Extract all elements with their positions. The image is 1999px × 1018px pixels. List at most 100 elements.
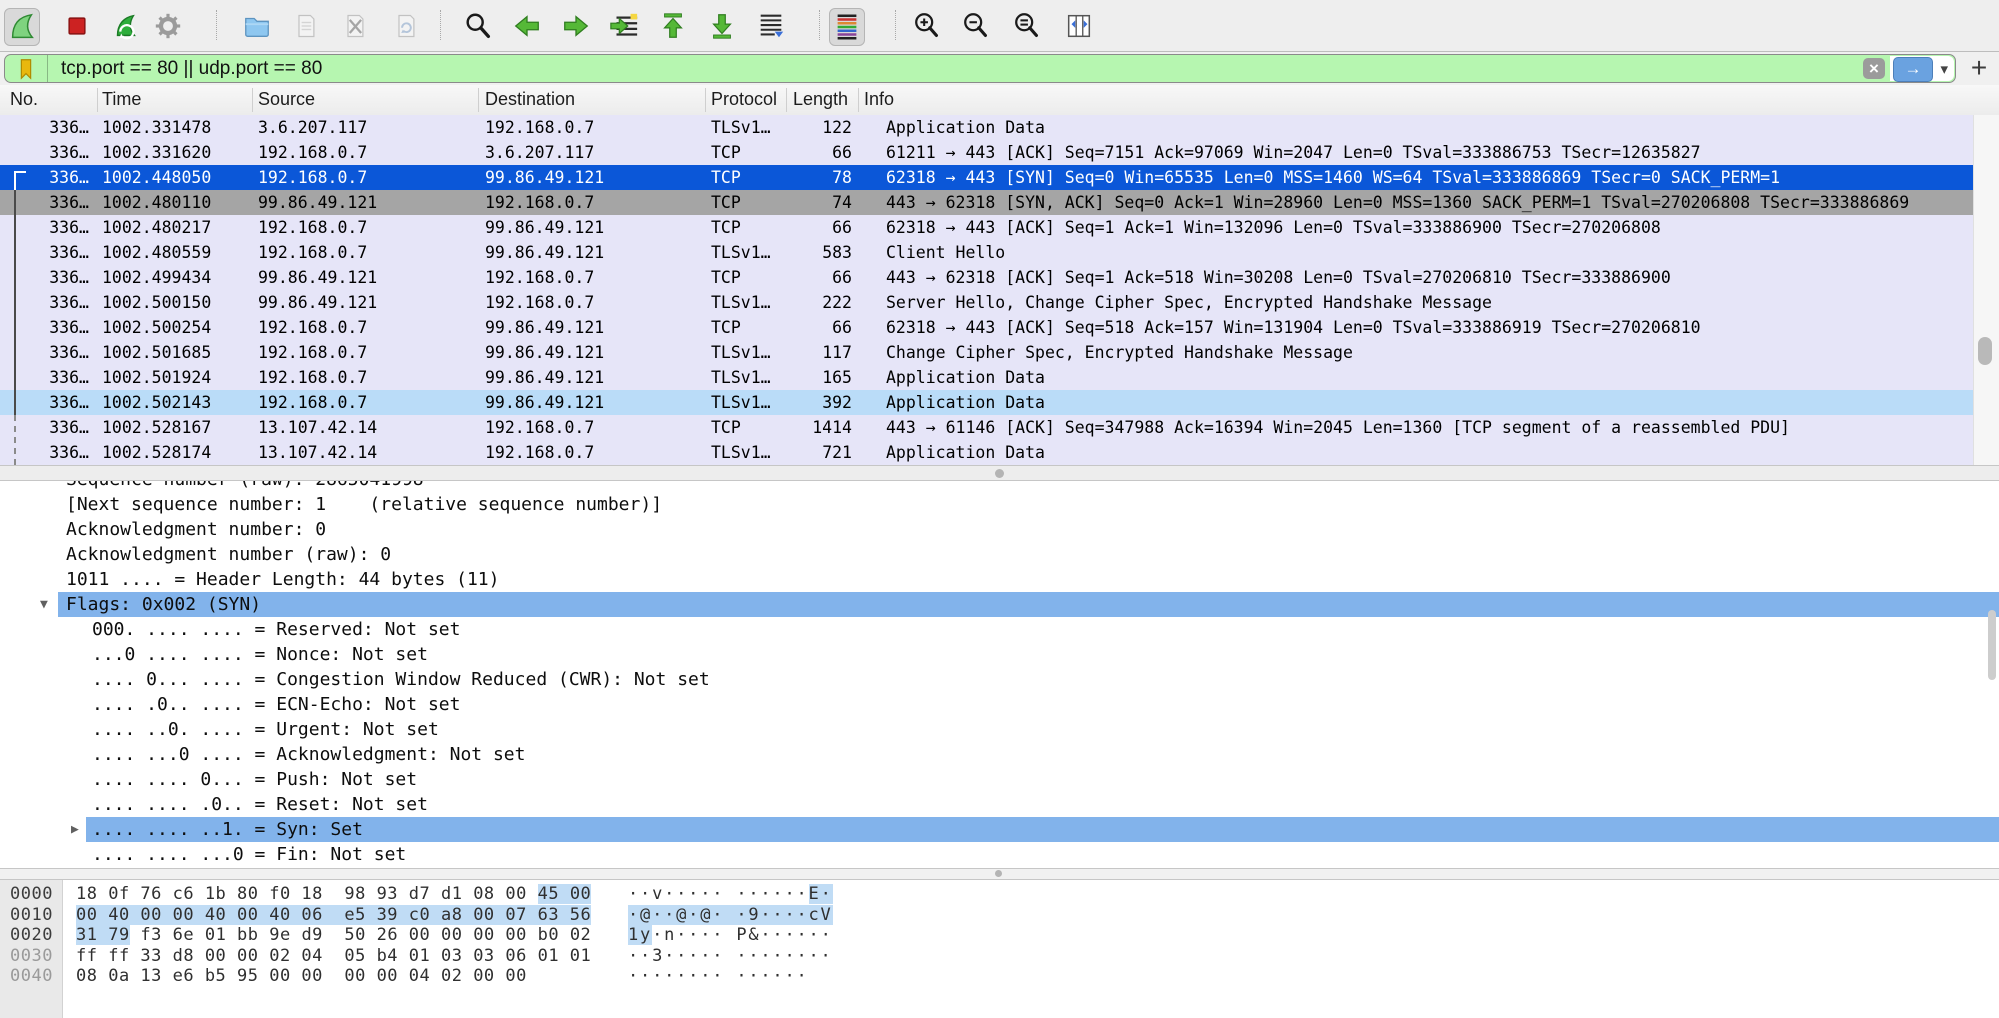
column-separator[interactable] xyxy=(97,88,98,112)
column-header-info[interactable]: Info xyxy=(864,85,894,114)
filter-bar: tcp.port == 80 || udp.port == 80 × → ▾ + xyxy=(0,52,1999,86)
hex-row[interactable]: 001000 40 00 00 40 00 40 06 e5 39 c0 a8 … xyxy=(0,905,1999,926)
packet-row[interactable]: 336…1002.502143192.168.0.799.86.49.121TL… xyxy=(0,390,1973,415)
expander-open-icon[interactable]: ▼ xyxy=(40,592,48,617)
detail-line[interactable]: ▼Flags: 0x002 (SYN) xyxy=(58,592,1999,617)
reload-file-icon[interactable] xyxy=(389,8,423,44)
open-file-folder-icon[interactable] xyxy=(240,8,274,44)
column-header-source[interactable]: Source xyxy=(258,85,315,114)
display-filter-input[interactable]: tcp.port == 80 || udp.port == 80 × → ▾ xyxy=(4,54,1956,83)
column-separator[interactable] xyxy=(705,88,706,112)
filter-clear-button[interactable]: × xyxy=(1863,58,1885,79)
go-forward-icon[interactable] xyxy=(559,8,593,44)
packet-row[interactable]: 336…1002.52817413.107.42.14192.168.0.7TL… xyxy=(0,440,1973,465)
column-header-no[interactable]: No. xyxy=(10,85,38,114)
details-scrollbar-thumb[interactable] xyxy=(1988,610,1996,680)
hex-offset: 0010 xyxy=(10,905,53,926)
packet-row[interactable]: 336…1002.501924192.168.0.799.86.49.121TL… xyxy=(0,365,1973,390)
zoom-original-icon[interactable] xyxy=(1010,8,1044,44)
packet-row[interactable]: 336…1002.3314783.6.207.117192.168.0.7TLS… xyxy=(0,115,1973,140)
filter-bookmark-button[interactable] xyxy=(5,55,48,82)
packet-row[interactable]: 336…1002.500254192.168.0.799.86.49.121TC… xyxy=(0,315,1973,340)
column-header-time[interactable]: Time xyxy=(102,85,141,114)
go-back-icon[interactable] xyxy=(510,8,544,44)
packet-list-scrollbar-track[interactable] xyxy=(1973,115,1999,465)
column-separator[interactable] xyxy=(858,88,859,112)
zoom-in-icon[interactable] xyxy=(910,8,944,44)
detail-line[interactable]: ...0 .... .... = Nonce: Not set xyxy=(86,642,1999,667)
column-separator[interactable] xyxy=(786,88,787,112)
cell-src: 192.168.0.7 xyxy=(258,215,367,240)
zoom-out-icon[interactable] xyxy=(959,8,993,44)
save-file-icon[interactable] xyxy=(289,8,323,44)
hex-row[interactable]: 0030ff ff 33 d8 00 00 02 04 05 b4 01 03 … xyxy=(0,946,1999,967)
detail-line[interactable]: [Next sequence number: 1 (relative seque… xyxy=(58,492,1999,517)
packet-row[interactable]: 336…1002.48011099.86.49.121192.168.0.7TC… xyxy=(0,190,1973,215)
packet-row[interactable]: 336…1002.331620192.168.0.73.6.207.117TCP… xyxy=(0,140,1973,165)
packet-row[interactable]: 336…1002.50015099.86.49.121192.168.0.7TL… xyxy=(0,290,1973,315)
detail-line[interactable]: 1011 .... = Header Length: 44 bytes (11) xyxy=(58,567,1999,592)
pane-splitter-bottom[interactable] xyxy=(0,868,1999,880)
column-separator[interactable] xyxy=(252,88,253,112)
detail-line[interactable]: .... .... 0... = Push: Not set xyxy=(86,767,1999,792)
cell-src: 99.86.49.121 xyxy=(258,190,377,215)
cell-len: 117 xyxy=(770,340,852,365)
detail-line[interactable]: Sequence number (raw): 2865041998 xyxy=(58,481,1999,492)
restart-capture-icon[interactable] xyxy=(108,8,142,44)
detail-line[interactable]: .... .0.. .... = ECN-Echo: Not set xyxy=(86,692,1999,717)
hex-row[interactable]: 004008 0a 13 e6 b5 95 00 00 00 00 04 02 … xyxy=(0,966,1999,987)
detail-line[interactable]: ▶.... .... ..1. = Syn: Set xyxy=(86,817,1999,842)
close-file-icon[interactable] xyxy=(338,8,372,44)
go-to-packet-icon[interactable] xyxy=(607,8,641,44)
find-packet-icon[interactable] xyxy=(461,8,495,44)
packet-row[interactable]: 336…1002.501685192.168.0.799.86.49.121TL… xyxy=(0,340,1973,365)
cell-info: 61211 → 443 [ACK] Seq=7151 Ack=97069 Win… xyxy=(886,140,1973,165)
column-header-destination[interactable]: Destination xyxy=(485,85,575,114)
go-to-bottom-icon[interactable] xyxy=(705,8,739,44)
detail-text: .... .... ...0 = Fin: Not set xyxy=(92,844,406,865)
filter-dropdown-chevron-icon[interactable]: ▾ xyxy=(1940,60,1948,78)
packet-row[interactable]: 336…1002.448050192.168.0.799.86.49.121TC… xyxy=(0,165,1973,190)
cell-dst: 192.168.0.7 xyxy=(485,440,594,465)
go-to-top-icon[interactable] xyxy=(656,8,690,44)
detail-line[interactable]: .... .... .0.. = Reset: Not set xyxy=(86,792,1999,817)
detail-line[interactable]: .... ...0 .... = Acknowledgment: Not set xyxy=(86,742,1999,767)
packet-row[interactable]: 336…1002.480559192.168.0.799.86.49.121TL… xyxy=(0,240,1973,265)
filter-expression-text[interactable]: tcp.port == 80 || udp.port == 80 xyxy=(61,55,322,82)
packet-row[interactable]: 336…1002.52816713.107.42.14192.168.0.7TC… xyxy=(0,415,1973,440)
detail-line[interactable]: Acknowledgment number (raw): 0 xyxy=(58,542,1999,567)
expander-collapsed-icon[interactable]: ▶ xyxy=(71,817,79,842)
column-separator[interactable] xyxy=(478,88,479,112)
colorize-packets-icon[interactable] xyxy=(829,8,865,46)
stop-capture-icon[interactable] xyxy=(60,8,94,44)
cell-src: 192.168.0.7 xyxy=(258,315,367,340)
cell-time: 1002.528167 xyxy=(102,415,211,440)
capture-options-gear-icon[interactable] xyxy=(151,8,185,44)
cell-dst: 192.168.0.7 xyxy=(485,190,594,215)
auto-scroll-icon[interactable] xyxy=(754,8,788,44)
detail-line[interactable]: 000. .... .... = Reserved: Not set xyxy=(86,617,1999,642)
cell-src: 192.168.0.7 xyxy=(258,340,367,365)
cell-len: 122 xyxy=(770,115,852,140)
packet-row[interactable]: 336…1002.49943499.86.49.121192.168.0.7TC… xyxy=(0,265,1973,290)
wireshark-start-capture-icon[interactable] xyxy=(4,8,40,46)
filter-apply-button[interactable]: → xyxy=(1893,57,1933,82)
column-header-protocol[interactable]: Protocol xyxy=(711,85,777,114)
detail-line[interactable]: .... ..0. .... = Urgent: Not set xyxy=(86,717,1999,742)
pane-splitter-top[interactable] xyxy=(0,465,1999,481)
packet-row[interactable]: 336…1002.480217192.168.0.799.86.49.121TC… xyxy=(0,215,1973,240)
packet-list-scrollbar-thumb[interactable] xyxy=(1978,337,1992,365)
cell-src: 99.86.49.121 xyxy=(258,265,377,290)
main-toolbar xyxy=(0,0,1999,52)
detail-line[interactable]: Acknowledgment number: 0 xyxy=(58,517,1999,542)
hex-row[interactable]: 000018 0f 76 c6 1b 80 f0 18 98 93 d7 d1 … xyxy=(0,884,1999,905)
column-header-length[interactable]: Length xyxy=(793,85,855,114)
cell-len: 1414 xyxy=(770,415,852,440)
detail-line[interactable]: .... 0... .... = Congestion Window Reduc… xyxy=(86,667,1999,692)
detail-line[interactable]: .... .... ...0 = Fin: Not set xyxy=(86,842,1999,867)
resize-columns-icon[interactable] xyxy=(1062,8,1096,44)
hex-row[interactable]: 002031 79 f3 6e 01 bb 9e d9 50 26 00 00 … xyxy=(0,925,1999,946)
ascii-bytes: ·@··@·@· ·9····cV xyxy=(628,905,833,926)
filter-add-button[interactable]: + xyxy=(1964,52,1994,85)
cell-dst: 192.168.0.7 xyxy=(485,415,594,440)
